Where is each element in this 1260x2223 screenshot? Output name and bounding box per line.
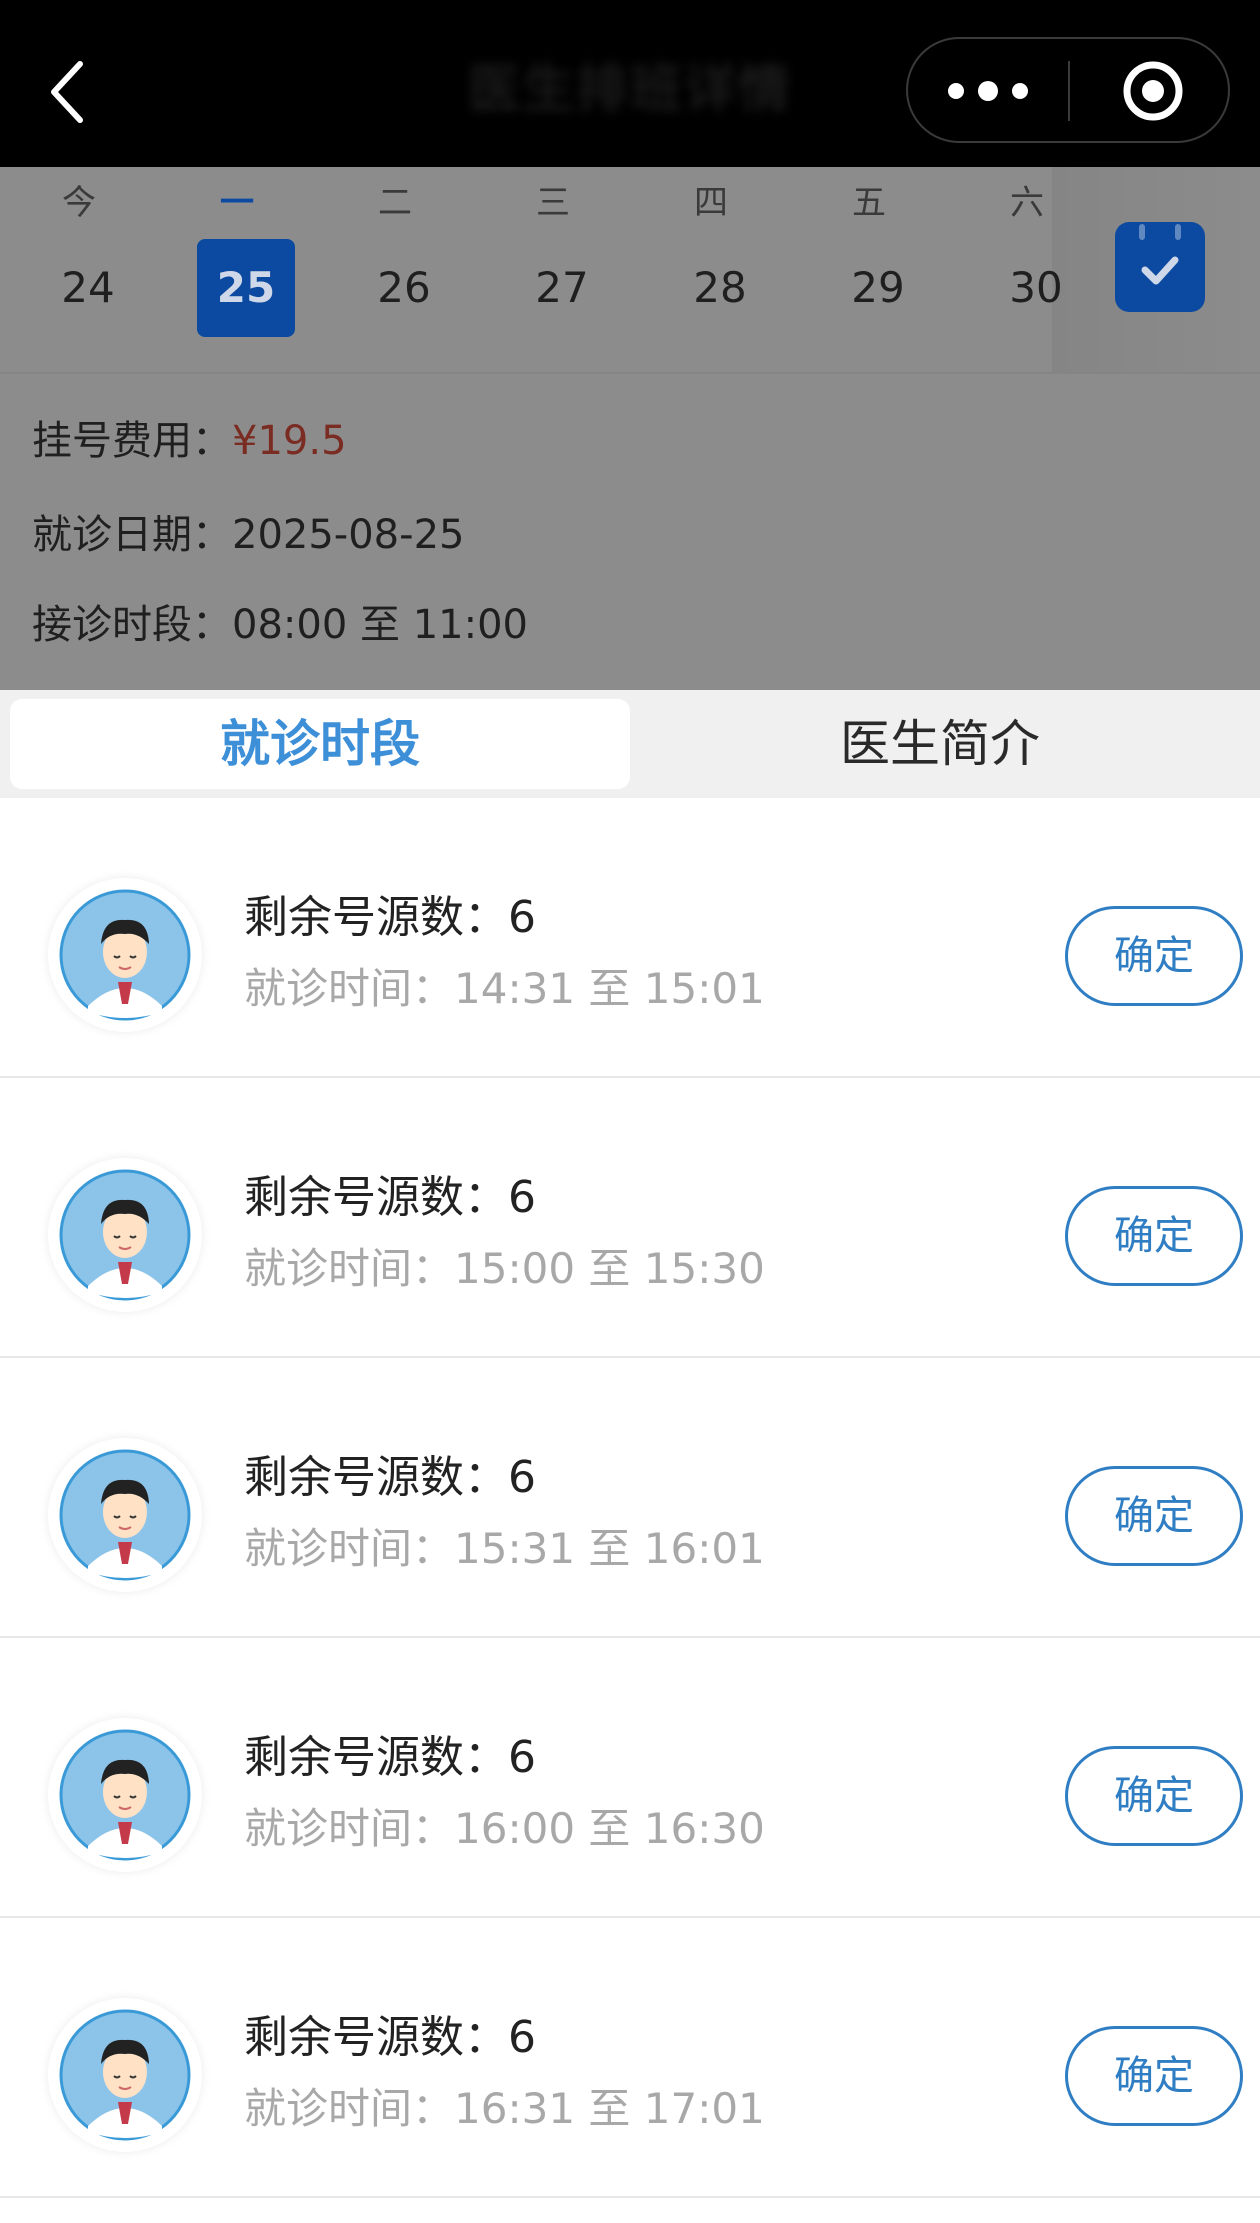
more-button[interactable]: [928, 53, 1048, 129]
close-target-button[interactable]: [1098, 53, 1208, 129]
day-item-28[interactable]: 四 28: [632, 167, 790, 372]
remaining-count: 剩余号源数：6: [244, 1728, 536, 1788]
period-value: 08:00 至 11:00: [232, 602, 528, 648]
doctor-avatar: [48, 1438, 202, 1592]
count-value: 6: [508, 2012, 536, 2063]
chevron-left-icon: [51, 61, 83, 123]
time-label: 就诊时间：: [244, 2084, 455, 2133]
doctor-avatar-icon: [59, 889, 191, 1021]
count-label: 剩余号源数：: [244, 1172, 508, 1223]
calendar-button[interactable]: [1115, 220, 1205, 312]
schedule-overview: 今 24 一 25 二 26 三 27 四 28 五 29 六 30 挂号费用：…: [0, 167, 1260, 690]
more-dots-icon: [948, 81, 1028, 101]
confirm-button[interactable]: 确定: [1065, 1186, 1243, 1286]
top-nav-bar: 医生排班详情: [0, 0, 1260, 167]
page-title: 医生排班详情: [467, 60, 792, 120]
confirm-button[interactable]: 确定: [1065, 2026, 1243, 2126]
count-label: 剩余号源数：: [244, 892, 508, 943]
date-number: 27: [535, 263, 589, 312]
date-row: 就诊日期：2025-08-25: [32, 507, 464, 563]
count-value: 6: [508, 1172, 536, 1223]
day-item-27[interactable]: 三 27: [474, 167, 632, 372]
count-label: 剩余号源数：: [244, 1732, 508, 1783]
confirm-button[interactable]: 确定: [1065, 1466, 1243, 1566]
period-label: 接诊时段：: [32, 602, 232, 648]
date-number: 29: [851, 263, 905, 312]
tab-bar: 就诊时段 医生简介: [0, 690, 1260, 798]
doctor-avatar-icon: [59, 1729, 191, 1861]
count-value: 6: [508, 892, 536, 943]
tab-visit-slots[interactable]: 就诊时段: [10, 699, 630, 789]
visit-time: 就诊时间：16:31 至 17:01: [244, 2080, 765, 2138]
weekday-label: 三: [536, 183, 570, 223]
fee-label: 挂号费用：: [32, 418, 232, 464]
fee-row: 挂号费用：¥19.5: [32, 413, 347, 469]
doctor-avatar: [48, 1158, 202, 1312]
capsule-divider: [1068, 61, 1070, 121]
time-value: 15:00 至 15:30: [454, 1244, 765, 1293]
visit-time: 就诊时间：14:31 至 15:01: [244, 960, 765, 1018]
target-icon: [1123, 61, 1183, 121]
count-value: 6: [508, 1732, 536, 1783]
date-number: 24: [61, 263, 115, 312]
remaining-count: 剩余号源数：6: [244, 1168, 536, 1228]
time-label: 就诊时间：: [244, 1804, 455, 1853]
calendar-check-icon: [1137, 220, 1181, 285]
weekday-label: 四: [694, 183, 728, 223]
time-label: 就诊时间：: [244, 1244, 455, 1293]
fee-value: ¥19.5: [232, 418, 347, 464]
confirm-button[interactable]: 确定: [1065, 1746, 1243, 1846]
day-item-26[interactable]: 二 26: [316, 167, 474, 372]
date-value: 2025-08-25: [232, 512, 465, 558]
date-number: 26: [377, 263, 431, 312]
visit-time: 就诊时间：15:00 至 15:30: [244, 1240, 765, 1298]
day-item-29[interactable]: 五 29: [790, 167, 948, 372]
back-button[interactable]: [40, 52, 100, 132]
day-item-24[interactable]: 今 24: [0, 167, 158, 372]
doctor-avatar: [48, 878, 202, 1032]
doctor-avatar: [48, 1998, 202, 2152]
list-item: 剩余号源数：6 就诊时间：16:31 至 17:01 确定: [0, 1918, 1260, 2198]
weekday-label: 一: [220, 183, 254, 223]
time-value: 16:00 至 16:30: [454, 1804, 765, 1853]
list-item: 剩余号源数：6 就诊时间：14:31 至 15:01 确定: [0, 798, 1260, 1078]
date-number: 28: [693, 263, 747, 312]
time-value: 16:31 至 17:01: [454, 2084, 765, 2133]
list-item: 剩余号源数：6 就诊时间：16:00 至 16:30 确定: [0, 1638, 1260, 1918]
weekday-label: 今: [62, 183, 96, 223]
remaining-count: 剩余号源数：6: [244, 1448, 536, 1508]
divider: [0, 372, 1260, 374]
count-value: 6: [508, 1452, 536, 1503]
doctor-avatar-icon: [59, 1169, 191, 1301]
doctor-avatar-icon: [59, 1449, 191, 1581]
list-item: 剩余号源数：6 就诊时间：15:31 至 16:01 确定: [0, 1358, 1260, 1638]
confirm-button[interactable]: 确定: [1065, 906, 1243, 1006]
doctor-avatar-icon: [59, 2009, 191, 2141]
period-row: 接诊时段：08:00 至 11:00: [32, 597, 528, 653]
time-label: 就诊时间：: [244, 964, 455, 1013]
time-value: 15:31 至 16:01: [454, 1524, 765, 1573]
date-number: 25: [197, 239, 295, 337]
weekday-label: 二: [378, 183, 412, 223]
time-value: 14:31 至 15:01: [454, 964, 765, 1013]
weekday-label: 五: [852, 183, 886, 223]
time-label: 就诊时间：: [244, 1524, 455, 1573]
week-date-picker: 今 24 一 25 二 26 三 27 四 28 五 29 六 30: [0, 167, 1063, 372]
list-item: 剩余号源数：6 就诊时间：15:00 至 15:30 确定: [0, 1078, 1260, 1358]
day-item-25-selected[interactable]: 一 25: [158, 167, 316, 372]
remaining-count: 剩余号源数：6: [244, 888, 536, 948]
mini-program-capsule: [906, 37, 1230, 143]
doctor-avatar: [48, 1718, 202, 1872]
count-label: 剩余号源数：: [244, 1452, 508, 1503]
tab-doctor-intro[interactable]: 医生简介: [630, 699, 1250, 789]
date-label: 就诊日期：: [32, 512, 232, 558]
visit-time: 就诊时间：15:31 至 16:01: [244, 1520, 765, 1578]
count-label: 剩余号源数：: [244, 2012, 508, 2063]
remaining-count: 剩余号源数：6: [244, 2008, 536, 2068]
visit-time: 就诊时间：16:00 至 16:30: [244, 1800, 765, 1858]
